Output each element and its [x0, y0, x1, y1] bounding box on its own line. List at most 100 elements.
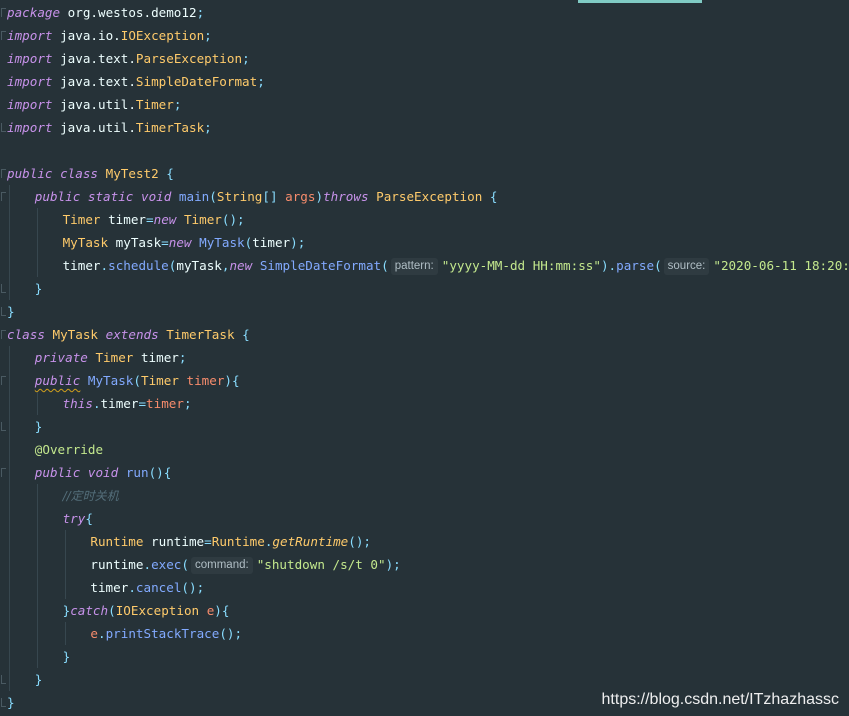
code-token: @Override: [34, 442, 104, 457]
code-line[interactable]: @Override: [0, 438, 849, 461]
code-line-content: public static void main(String[] args)th…: [35, 185, 498, 208]
indent-guide: [36, 599, 38, 622]
code-line[interactable]: }: [0, 277, 849, 300]
code-line[interactable]: e.printStackTrace();: [0, 622, 849, 645]
code-token: (){: [148, 465, 172, 480]
code-token: java.io.: [52, 28, 121, 43]
code-line[interactable]: public void run(){: [0, 461, 849, 484]
code-token: (: [381, 258, 389, 273]
code-token: SimpleDateFormat: [259, 258, 382, 273]
code-line[interactable]: }: [0, 645, 849, 668]
code-line[interactable]: Runtime runtime=Runtime.getRuntime();: [0, 530, 849, 553]
code-line-content: public class MyTest2 {: [7, 162, 174, 185]
indent-guide: [64, 530, 66, 553]
code-token: }: [7, 695, 15, 710]
code-token: public: [34, 189, 81, 204]
fold-end-icon[interactable]: [1, 123, 6, 132]
code-line[interactable]: }: [0, 300, 849, 323]
indent-guide: [64, 622, 66, 645]
code-token: (: [108, 603, 116, 618]
fold-start-icon[interactable]: [1, 8, 6, 17]
fold-start-icon[interactable]: [1, 31, 6, 40]
code-token: =: [146, 212, 154, 227]
code-line[interactable]: //定时关机: [0, 484, 849, 507]
fold-start-icon[interactable]: [1, 169, 6, 178]
code-editor[interactable]: package org.westos.demo12; import java.io…: [0, 0, 849, 716]
fold-start-icon[interactable]: [1, 330, 6, 339]
code-token: cancel: [135, 580, 182, 595]
code-line[interactable]: import java.util.TimerTask;: [0, 116, 849, 139]
code-token: Runtime: [90, 534, 144, 549]
code-area[interactable]: package org.westos.demo12; import java.io…: [0, 1, 849, 714]
code-line[interactable]: private Timer timer;: [0, 346, 849, 369]
code-token: }: [62, 649, 71, 664]
code-line-content: public void run(){: [35, 461, 172, 484]
code-line[interactable]: try{: [0, 507, 849, 530]
code-line[interactable]: runtime.exec(command: "shutdown /s/t 0");: [0, 553, 849, 576]
code-line-content: timer.cancel();: [90, 576, 204, 599]
code-line[interactable]: timer.schedule(myTask,new SimpleDateForm…: [0, 254, 849, 277]
fold-end-icon[interactable]: [1, 698, 6, 707]
code-line-content: class MyTask extends TimerTask {: [7, 323, 250, 346]
code-line[interactable]: import java.util.Timer;: [0, 93, 849, 116]
code-token: java.util.: [52, 120, 136, 135]
code-token: timer: [252, 235, 291, 250]
code-line[interactable]: timer.cancel();: [0, 576, 849, 599]
code-line[interactable]: public static void main(String[] args)th…: [0, 185, 849, 208]
code-line[interactable]: package org.westos.demo12;: [0, 1, 849, 24]
code-line[interactable]: public class MyTest2 {: [0, 162, 849, 185]
code-token: }: [34, 419, 43, 434]
fold-start-icon[interactable]: [1, 192, 6, 201]
fold-end-icon[interactable]: [1, 284, 6, 293]
code-token: ;: [178, 350, 187, 365]
code-token: "yyyy-MM-dd HH:mm:ss": [441, 258, 601, 273]
code-token: }: [7, 304, 15, 319]
code-token: printStackTrace: [105, 626, 220, 641]
code-line[interactable]: [0, 139, 849, 162]
code-line[interactable]: this.timer=timer;: [0, 392, 849, 415]
code-line[interactable]: }: [0, 415, 849, 438]
code-token: Timer: [62, 212, 101, 227]
code-token: java.text.: [52, 51, 136, 66]
code-line[interactable]: }: [0, 668, 849, 691]
code-line[interactable]: import java.text.SimpleDateFormat;: [0, 70, 849, 93]
parameter-hint: pattern:: [390, 258, 438, 275]
code-line[interactable]: import java.io.IOException;: [0, 24, 849, 47]
code-token: timer: [100, 396, 139, 411]
code-token: ;: [196, 5, 205, 20]
code-line-content: }: [35, 277, 43, 300]
code-token: ;: [242, 51, 250, 66]
code-line[interactable]: MyTask myTask=new MyTask(timer);: [0, 231, 849, 254]
code-token: }: [34, 672, 43, 687]
fold-end-icon[interactable]: [1, 422, 6, 431]
fold-end-icon[interactable]: [1, 675, 6, 684]
code-token: main: [178, 189, 210, 204]
code-line[interactable]: public MyTask(Timer timer){: [0, 369, 849, 392]
code-token: try: [62, 511, 86, 526]
code-token: ;: [257, 74, 265, 89]
code-token: =: [204, 534, 212, 549]
code-line[interactable]: }catch(IOException e){: [0, 599, 849, 622]
code-token: run: [125, 465, 149, 480]
code-token: }: [34, 281, 43, 296]
code-token: ).: [600, 258, 617, 273]
code-line[interactable]: class MyTask extends TimerTask {: [0, 323, 849, 346]
code-token: ();: [219, 626, 243, 641]
code-line[interactable]: import java.text.ParseException;: [0, 47, 849, 70]
fold-start-icon[interactable]: [1, 468, 6, 477]
fold-end-icon[interactable]: [1, 307, 6, 316]
code-line[interactable]: Timer timer=new Timer();: [0, 208, 849, 231]
code-token: this: [62, 396, 93, 411]
code-token: public: [7, 166, 53, 181]
code-line-content: }: [35, 668, 43, 691]
code-token: {: [158, 166, 174, 181]
fold-start-icon[interactable]: [1, 376, 6, 385]
